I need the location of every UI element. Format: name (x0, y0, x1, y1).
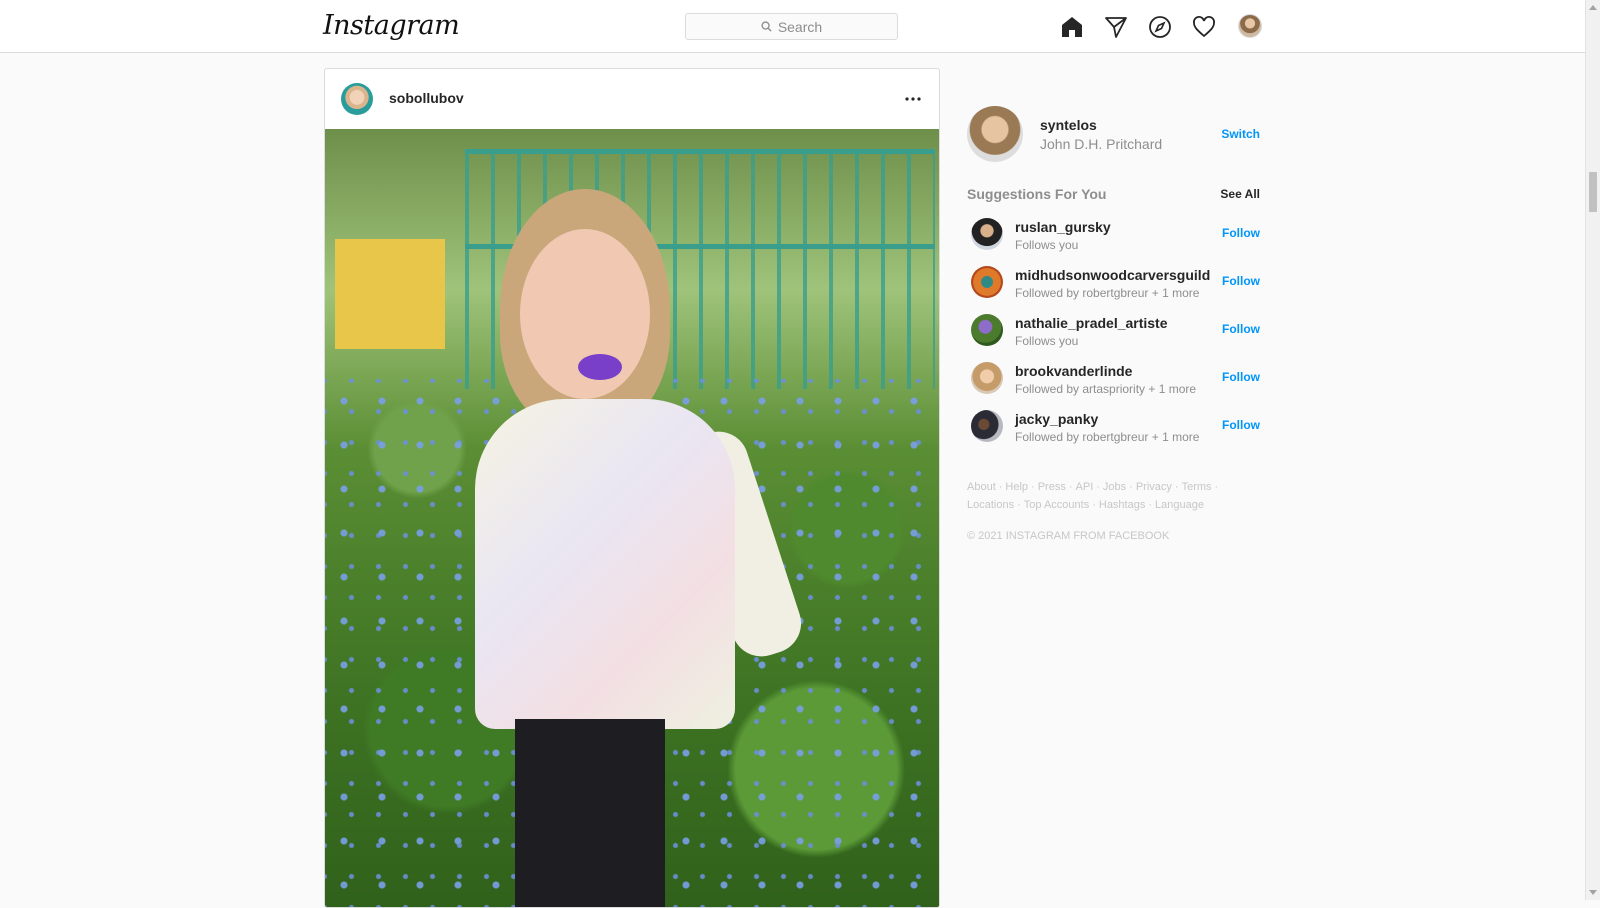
suggestion-item: jacky_panky Followed by robertgbreur + 1… (967, 404, 1260, 452)
suggestion-avatar[interactable] (971, 218, 1003, 250)
footer-link-terms[interactable]: Terms (1182, 481, 1212, 493)
direct-messages-icon[interactable] (1102, 13, 1129, 40)
page-scrollbar[interactable] (1585, 0, 1600, 900)
footer-link-privacy[interactable]: Privacy (1136, 481, 1172, 493)
suggestion-item: midhudsonwoodcarversguild Followed by ro… (967, 260, 1260, 308)
footer-links-row: Locations · Top Accounts · Hashtags · Language (967, 499, 1204, 511)
suggestion-username[interactable]: ruslan_gursky (1015, 219, 1111, 235)
suggestions-list: ruslan_gursky Follows you Follow midhuds… (967, 212, 1260, 452)
ellipsis-icon[interactable] (901, 87, 925, 111)
suggestion-item: ruslan_gursky Follows you Follow (967, 212, 1260, 260)
current-user-fullname: John D.H. Pritchard (1040, 136, 1163, 152)
suggestion-subtitle: Follows you (1015, 238, 1079, 252)
photo-girl-sweatshirt (475, 399, 735, 729)
home-icon[interactable] (1058, 13, 1085, 40)
search-input[interactable]: Search (685, 13, 898, 40)
suggestion-username[interactable]: nathalie_pradel_artiste (1015, 315, 1168, 331)
suggestion-subtitle: Followed by artaspriority + 1 more (1015, 382, 1197, 396)
follow-button[interactable]: Follow (1222, 370, 1260, 384)
suggestion-username[interactable]: midhudsonwoodcarversguild (1015, 267, 1210, 283)
suggestion-username[interactable]: brookvanderlinde (1015, 363, 1132, 379)
suggestion-username[interactable]: jacky_panky (1015, 411, 1098, 427)
top-navigation-bar: Instagram Search (0, 0, 1585, 53)
footer-link-top-accounts[interactable]: Top Accounts (1024, 499, 1089, 511)
current-user-avatar[interactable] (967, 106, 1023, 162)
see-all-button[interactable]: See All (1220, 187, 1260, 201)
suggestion-subtitle: Follows you (1015, 334, 1079, 348)
suggestion-avatar[interactable] (971, 362, 1003, 394)
footer-links: About · Help · Press · API · Jobs · Privacy · Terms ·… (967, 478, 1267, 514)
footer-link-locations[interactable]: Locations (967, 499, 1014, 511)
scroll-down-arrow-icon[interactable] (1589, 890, 1597, 895)
post-author-avatar[interactable] (341, 83, 373, 115)
suggestions-title: Suggestions For You (967, 186, 1107, 202)
suggestion-item: nathalie_pradel_artiste Follows you Foll… (967, 308, 1260, 356)
footer-link-jobs[interactable]: Jobs (1103, 481, 1126, 493)
follow-button[interactable]: Follow (1222, 322, 1260, 336)
footer-links-row: About · Help · Press · API · Jobs · Privacy · Terms · (967, 481, 1219, 493)
follow-button[interactable]: Follow (1222, 274, 1260, 288)
footer-link-help[interactable]: Help (1005, 481, 1028, 493)
search-placeholder: Search (777, 18, 823, 35)
photo-girl-leggings (515, 719, 665, 907)
post-header: sobollubov (325, 69, 939, 129)
suggestion-avatar[interactable] (971, 314, 1003, 346)
photo-purple-lips (578, 354, 622, 380)
footer-link-about[interactable]: About (967, 481, 996, 493)
instagram-logo[interactable]: Instagram (323, 10, 460, 41)
explore-icon[interactable] (1146, 13, 1173, 40)
scroll-up-arrow-icon[interactable] (1589, 5, 1597, 10)
footer-link-api[interactable]: API (1076, 481, 1094, 493)
profile-avatar[interactable] (1238, 14, 1262, 38)
footer-link-press[interactable]: Press (1038, 481, 1066, 493)
suggestion-subtitle: Followed by robertgbreur + 1 more (1015, 430, 1200, 444)
search-icon (761, 21, 772, 32)
suggestion-item: brookvanderlinde Followed by artaspriori… (967, 356, 1260, 404)
suggestion-subtitle: Followed by robertgbreur + 1 more (1015, 286, 1200, 300)
follow-button[interactable]: Follow (1222, 226, 1260, 240)
post-author-username[interactable]: sobollubov (389, 90, 464, 106)
scroll-thumb[interactable] (1589, 172, 1597, 212)
feed-post: sobollubov (324, 68, 940, 908)
activity-heart-icon[interactable] (1190, 13, 1217, 40)
suggestion-avatar[interactable] (971, 266, 1003, 298)
suggestion-avatar[interactable] (971, 410, 1003, 442)
switch-account-button[interactable]: Switch (1221, 127, 1260, 141)
footer-link-hashtags[interactable]: Hashtags (1099, 499, 1145, 511)
current-user-username[interactable]: syntelos (1040, 117, 1097, 133)
follow-button[interactable]: Follow (1222, 418, 1260, 432)
footer-link-language[interactable]: Language (1155, 499, 1204, 511)
copyright-text: © 2021 INSTAGRAM FROM FACEBOOK (967, 530, 1170, 542)
post-photo[interactable] (325, 129, 939, 907)
photo-fence-rail (465, 149, 935, 154)
photo-shed (335, 239, 445, 349)
